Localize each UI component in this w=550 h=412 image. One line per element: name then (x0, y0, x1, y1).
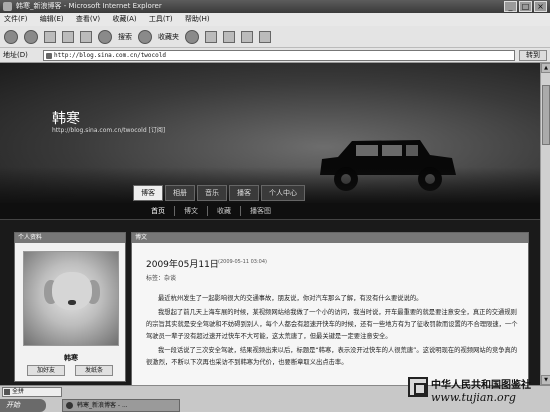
refresh-icon[interactable] (62, 30, 74, 43)
blog-banner: 韩寒 http://blog.sina.com.cn/twocold [订阅] (0, 63, 540, 203)
go-button[interactable]: 转到 (519, 49, 547, 61)
stop-icon[interactable] (44, 30, 56, 43)
edit-icon[interactable] (241, 30, 253, 43)
post-date: 2009年05月11日 (146, 260, 219, 270)
scroll-thumb[interactable] (542, 85, 550, 145)
page-viewport: 韩寒 http://blog.sina.com.cn/twocold [订阅] … (0, 63, 540, 385)
watermark: 中华人民共和国图鉴社 www.tujian.org (408, 373, 548, 410)
back-icon[interactable] (4, 29, 18, 44)
blog-subnav: 首页 博文 收藏 播客图 (0, 203, 540, 220)
menu-bar: 文件(F) 编辑(E) 查看(V) 收藏(A) 工具(T) 帮助(H) (0, 13, 550, 26)
watermark-url: www.tujian.org (431, 391, 516, 404)
maximize-button[interactable]: □ (519, 1, 532, 12)
car-silhouette-image (320, 140, 456, 191)
watermark-logo-icon (408, 377, 428, 397)
ime-indicator[interactable]: 全拼 (2, 387, 62, 397)
menu-view[interactable]: 查看(V) (76, 15, 100, 23)
watermark-org: 中华人民共和国图鉴社 (431, 380, 531, 391)
avatar[interactable] (23, 251, 119, 346)
browser-toolbar: 搜索 收藏夹 (0, 26, 550, 48)
menu-edit[interactable]: 编辑(E) (40, 15, 64, 23)
tab-podcast[interactable]: 播客 (229, 185, 259, 201)
tab-album[interactable]: 相册 (165, 185, 195, 201)
add-friend-button[interactable]: 加好友 (27, 365, 65, 376)
post-paragraph: 最近杭州发生了一起影响很大的交通事故，朋友说，你对汽车那么了解，有没有什么要说说… (158, 295, 423, 302)
subnav-favorites[interactable]: 收藏 (208, 206, 241, 216)
address-bar: 地址(D) http://blog.sina.com.cn/twocold 转到 (0, 48, 550, 63)
post-body: 最近杭州发生了一起影响很大的交通事故，朋友说，你对汽车那么了解，有没有什么要说说… (146, 293, 520, 371)
subnav-posts[interactable]: 博文 (175, 206, 208, 216)
subnav-home[interactable]: 首页 (142, 206, 175, 216)
subnav-podcast-map[interactable]: 播客图 (241, 206, 280, 216)
favorites-button-label[interactable]: 收藏夹 (158, 32, 179, 42)
post-paragraph: 我一段话说了三次安全驾驶，结果视频出来以后，标题是“韩寒，表示没开过快车的人很荒… (146, 347, 518, 366)
close-button[interactable]: × (534, 1, 547, 12)
profile-name[interactable]: 韩寒 (15, 353, 127, 363)
print-icon[interactable] (223, 30, 235, 43)
tab-blog[interactable]: 博客 (133, 185, 163, 201)
favorites-icon[interactable] (138, 29, 152, 44)
window-title: 韩寒_新浪博客 - Microsoft Internet Explorer (16, 2, 162, 10)
post-tag[interactable]: 标签：杂谈 (146, 273, 176, 282)
menu-tools[interactable]: 工具(T) (149, 15, 173, 23)
taskbar-ie-window[interactable]: 韩寒_新浪博客 - ... (62, 399, 180, 412)
post-panel-heading: 博文 (132, 233, 528, 243)
forward-icon[interactable] (24, 29, 38, 44)
post-paragraph: 我想起了前几天上海车展的时候，某视频网站给我做了一个小的访问，我当时说，开车最重… (146, 309, 518, 340)
window-titlebar: 韩寒_新浪博客 - Microsoft Internet Explorer _ … (0, 0, 550, 13)
menu-file[interactable]: 文件(F) (4, 15, 28, 23)
address-input[interactable]: http://blog.sina.com.cn/twocold (43, 49, 515, 61)
ie-app-icon (3, 2, 12, 11)
post-time: (2009-05-11 03:04) (218, 259, 267, 265)
blog-nav-tabs: 博客 相册 音乐 播客 个人中心 (133, 185, 305, 201)
post-panel: 博文 2009年05月11日 (2009-05-11 03:04) 标签：杂谈 … (131, 232, 529, 385)
messenger-icon[interactable] (259, 30, 271, 43)
blog-url[interactable]: http://blog.sina.com.cn/twocold [订阅] (52, 125, 165, 134)
profile-panel: 个人资料 韩寒 加好友 发纸条 (14, 232, 126, 382)
menu-help[interactable]: 帮助(H) (185, 15, 210, 23)
window-controls: _ □ × (504, 1, 547, 12)
scroll-up-arrow-icon[interactable]: ▲ (541, 63, 550, 73)
tab-music[interactable]: 音乐 (197, 185, 227, 201)
send-note-button[interactable]: 发纸条 (75, 365, 113, 376)
tab-personal-center[interactable]: 个人中心 (261, 185, 305, 201)
menu-favorites[interactable]: 收藏(A) (112, 15, 136, 23)
profile-panel-heading: 个人资料 (15, 233, 125, 243)
vertical-scrollbar[interactable]: ▲ ▼ (540, 63, 550, 385)
search-button-label[interactable]: 搜索 (118, 32, 132, 42)
start-button[interactable]: 开始 (0, 399, 46, 412)
address-label: 地址(D) (3, 51, 28, 59)
search-icon[interactable] (98, 29, 112, 44)
mail-icon[interactable] (205, 30, 217, 43)
home-icon[interactable] (80, 30, 92, 43)
media-icon[interactable] (185, 29, 199, 44)
minimize-button[interactable]: _ (504, 1, 517, 12)
